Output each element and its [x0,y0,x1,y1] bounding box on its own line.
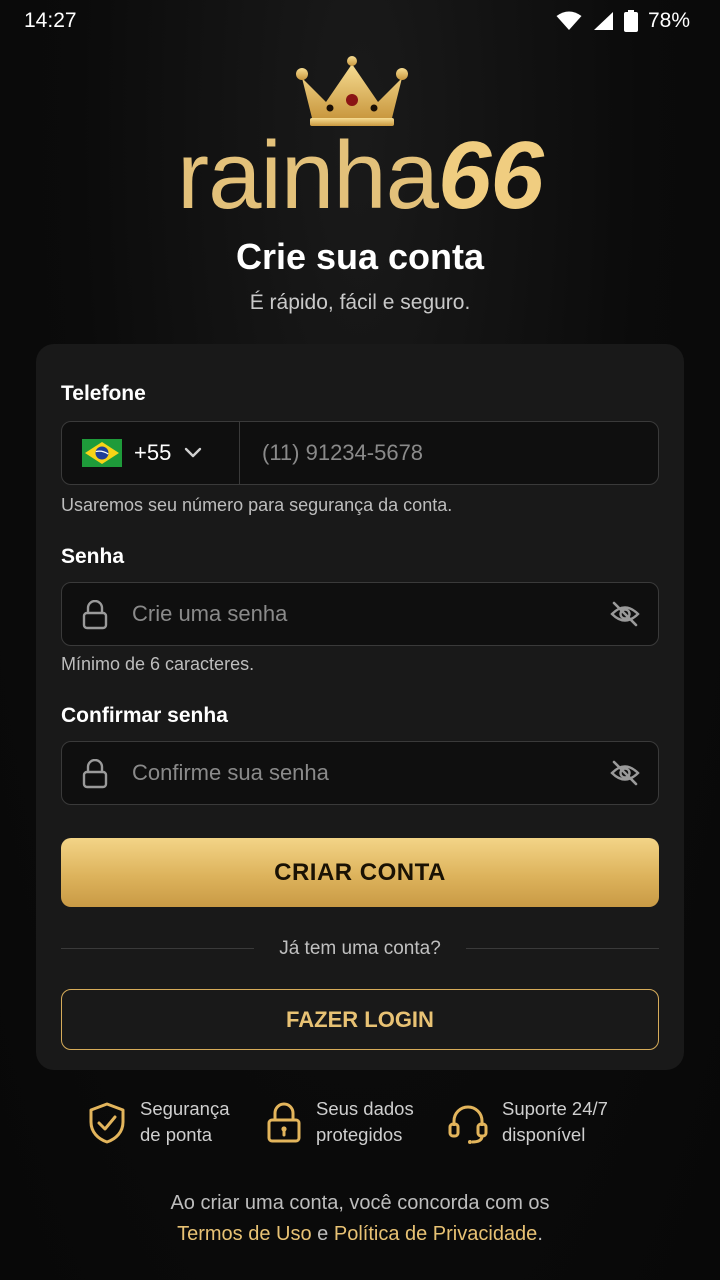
terms-of-use-link[interactable]: Termos de Uso [177,1223,312,1245]
headset-icon [448,1105,488,1144]
password-helper-text: Mínimo de 6 caracteres. [61,654,255,674]
signup-card: Telefone +55 Usaremos seu número para se… [36,344,684,1070]
feature-data-protected: Seus dados protegidos [266,1096,414,1148]
login-divider: Já tem uma conta? [61,936,659,962]
login-button[interactable]: FAZER LOGIN [61,989,659,1050]
create-account-button[interactable]: CRIAR CONTA [61,838,659,907]
battery-level: 78% [647,9,690,32]
shield-check-icon [89,1102,125,1144]
wifi-icon [556,11,582,30]
logo-number: 66 [438,122,544,229]
privacy-policy-link[interactable]: Política de Privacidade [334,1223,537,1245]
page-title: Crie sua conta [235,236,485,277]
phone-helper-text: Usaremos seu número para segurança da co… [61,495,453,515]
lock-icon [82,600,108,630]
battery-icon [623,10,638,32]
crown-icon [296,56,408,126]
logo-wordmark: rainha66 [0,126,720,226]
feature-security: Segurança de ponta [88,1096,229,1148]
eye-off-icon[interactable] [610,601,640,627]
eye-off-icon[interactable] [610,760,640,786]
country-code: +55 [134,440,172,465]
confirm-password-input[interactable] [132,742,572,804]
country-selector[interactable]: +55 [62,422,240,484]
password-label: Senha [61,545,125,568]
features-row: Segurança de ponta Seus dados protegidos… [0,1096,720,1156]
feature-support: Suporte 24/7 disponível [448,1096,608,1148]
terms-and-text: e [317,1223,329,1245]
phone-input[interactable] [262,422,642,484]
lock-icon [82,759,108,789]
feature-support-line1: Suporte 24/7 [502,1098,608,1119]
feature-security-line1: Segurança [140,1098,230,1119]
confirm-password-label: Confirmar senha [61,704,228,727]
terms-footer: Ao criar uma conta, você concorda com os… [0,1188,720,1250]
feature-data-line2: protegidos [316,1124,403,1145]
page-subtitle: É rápido, fácil e seguro. [249,291,471,314]
divider-line-right [466,948,659,949]
confirm-password-field [61,741,659,805]
feature-security-line2: de ponta [140,1124,213,1145]
feature-support-line2: disponível [502,1124,586,1145]
divider-text: Já tem uma conta? [279,938,441,959]
lock-icon [267,1102,301,1143]
feature-data-line1: Seus dados [316,1098,414,1119]
brand-logo: rainha66 [0,56,720,226]
phone-field: +55 [61,421,659,485]
status-icons: 78% [556,9,690,33]
brazil-flag-icon [82,439,122,467]
logo-word: rainha [177,122,439,229]
terms-links-line: Termos de Uso e Política de Privacidade. [0,1219,720,1250]
signal-icon [593,12,613,30]
status-time: 14:27 [24,9,77,32]
status-bar: 14:27 78% [0,0,720,42]
terms-period: . [537,1223,543,1245]
phone-label: Telefone [61,382,146,405]
terms-intro-text: Ao criar uma conta, você concorda com os [170,1192,550,1214]
password-input[interactable] [132,583,572,645]
chevron-down-icon [185,447,202,458]
password-field [61,582,659,646]
